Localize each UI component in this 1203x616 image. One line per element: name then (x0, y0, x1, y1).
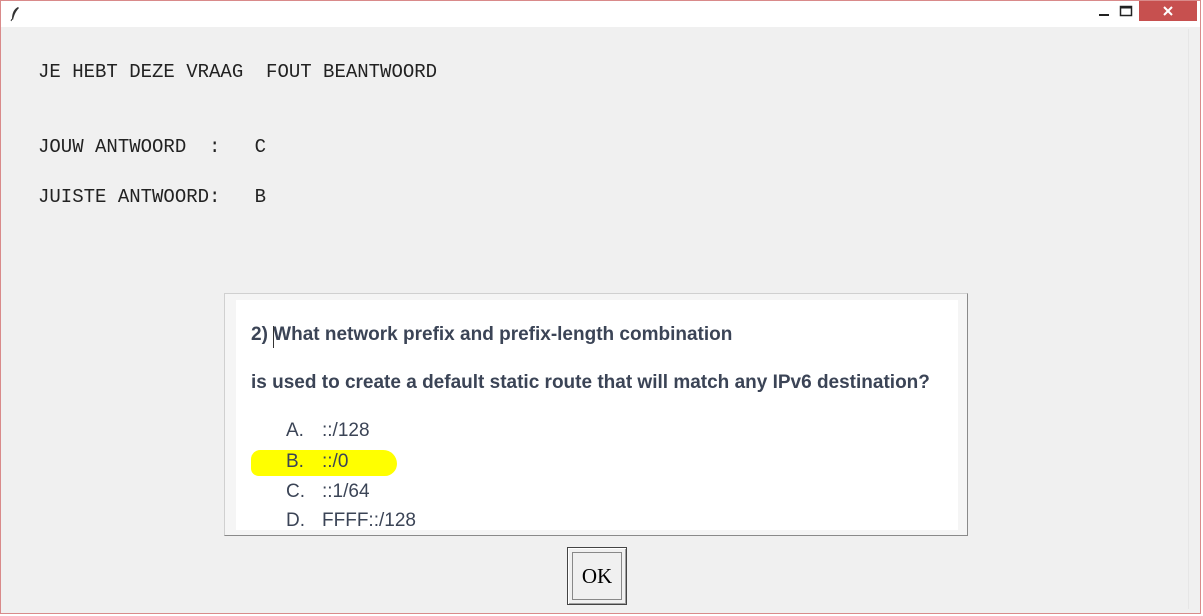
close-button[interactable] (1139, 1, 1197, 21)
question-image: 2) What network prefix and prefix-length… (236, 300, 958, 530)
option-letter: B. (286, 451, 304, 472)
option-d: D. FFFF::/128 (286, 510, 416, 530)
correct-answer-text: JUISTE ANTWOORD: B (38, 186, 267, 208)
maximize-icon (1119, 5, 1133, 17)
option-letter: A. (286, 420, 304, 441)
ok-button-focus-ring (572, 552, 622, 600)
option-letter: C. (286, 481, 305, 502)
verdict-text: JE HEBT DEZE VRAAG FOUT BEANTWOORD (38, 61, 438, 83)
app-window: JE HEBT DEZE VRAAG FOUT BEANTWOORD JOUW … (0, 0, 1201, 614)
question-line-2: is used to create a default static route… (251, 372, 930, 393)
option-a: A. ::/128 (286, 420, 370, 442)
option-text: ::1/64 (322, 481, 370, 502)
question-image-frame: 2) What network prefix and prefix-length… (224, 293, 968, 536)
question-line-1: 2) What network prefix and prefix-length… (251, 324, 733, 345)
close-icon (1163, 6, 1173, 16)
ok-button[interactable]: OK (567, 547, 627, 605)
maximize-button[interactable] (1112, 1, 1140, 21)
option-text: ::/128 (322, 420, 370, 441)
option-b: B. ::/0 (286, 451, 348, 473)
option-letter: D. (286, 510, 305, 530)
feather-icon (10, 6, 20, 22)
minimize-icon (1099, 14, 1109, 16)
option-text: FFFF::/128 (322, 510, 416, 530)
right-edge (1188, 29, 1199, 609)
option-text: ::/0 (322, 451, 349, 472)
title-bar[interactable] (1, 1, 1200, 27)
text-caret (273, 326, 274, 348)
option-c: C. ::1/64 (286, 481, 370, 503)
your-answer-text: JOUW ANTWOORD : C (38, 136, 267, 158)
